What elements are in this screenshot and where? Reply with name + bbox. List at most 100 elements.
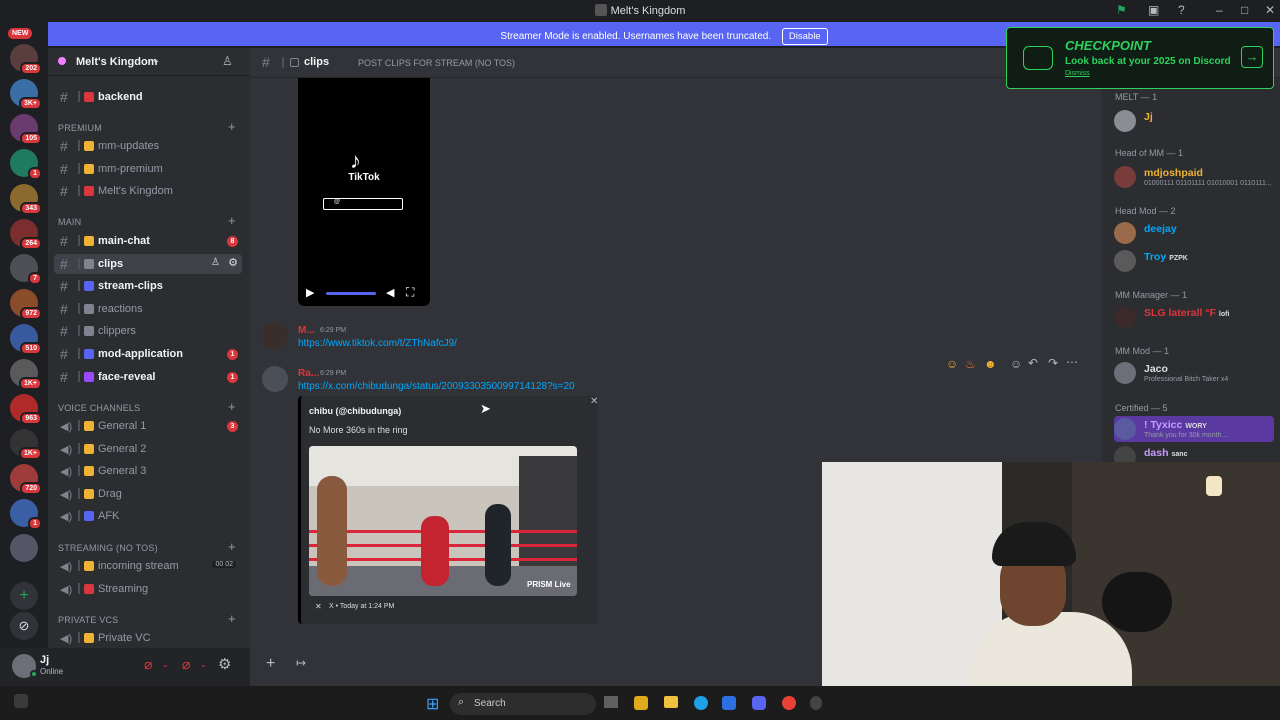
add-channel-icon[interactable]: +: [228, 539, 236, 554]
server-icon[interactable]: 1: [10, 499, 42, 530]
file-explorer-icon[interactable]: [664, 696, 678, 708]
server-icon[interactable]: 3K+: [10, 79, 42, 110]
server-icon[interactable]: 7: [10, 254, 42, 285]
channel-incoming-stream[interactable]: ◀) incoming stream 00 02: [54, 556, 242, 576]
mute-mic-icon[interactable]: ⌀: [144, 656, 152, 673]
widgets-icon[interactable]: [14, 694, 28, 708]
arrow-right-icon[interactable]: →: [1241, 46, 1263, 68]
channel-main-chat[interactable]: # main-chat 8: [54, 231, 242, 251]
category-main[interactable]: MAIN: [58, 217, 81, 227]
channel-mm-updates[interactable]: # mm-updates: [54, 136, 242, 156]
server-icon[interactable]: 972: [10, 289, 42, 320]
member-item[interactable]: mdjoshpaid 01000111 01101111 01010001 011…: [1114, 164, 1274, 190]
server-icon[interactable]: 963: [10, 394, 42, 425]
add-channel-icon[interactable]: +: [228, 399, 236, 414]
add-channel-icon[interactable]: +: [228, 611, 236, 626]
play-icon[interactable]: ▶: [306, 286, 314, 299]
maximize-icon[interactable]: □: [1241, 3, 1248, 17]
message-author[interactable]: M...: [298, 325, 315, 336]
forward-arrow-icon[interactable]: ↦: [296, 656, 306, 670]
more-options-icon[interactable]: ⋯: [1066, 355, 1078, 369]
server-icon[interactable]: 264: [10, 219, 42, 250]
checkpoint-dismiss[interactable]: Dismiss: [1065, 70, 1090, 77]
edge-icon[interactable]: [694, 696, 708, 710]
avatar[interactable]: [262, 366, 288, 392]
checkpoint-banner[interactable]: CHECKPOINT Look back at your 2025 on Dis…: [1006, 27, 1274, 89]
channel-reactions[interactable]: # reactions: [54, 299, 242, 319]
invite-people-icon[interactable]: ♙: [222, 54, 233, 68]
member-item[interactable]: ! Tyxicc WORY Thank you for 30k month...: [1114, 416, 1274, 442]
channel-streaming[interactable]: ◀) Streaming: [54, 579, 242, 599]
server-icon[interactable]: 105: [10, 114, 42, 145]
discover-icon[interactable]: ⊘: [10, 612, 38, 640]
member-item[interactable]: SLG laterall °F lofi: [1114, 304, 1274, 330]
channel-drag[interactable]: ◀) Drag: [54, 484, 242, 504]
windows-start-icon[interactable]: ⊞: [426, 694, 439, 714]
add-server-icon[interactable]: +: [10, 582, 38, 610]
server-header[interactable]: Melt's Kingdom ⌄ ♙: [48, 48, 250, 76]
category-voice[interactable]: VOICE CHANNELS: [58, 403, 140, 413]
channel-backend[interactable]: # backend: [54, 87, 242, 107]
task-view-icon[interactable]: [604, 696, 618, 708]
server-icon[interactable]: 720: [10, 464, 42, 495]
member-item[interactable]: Troy PZPK: [1114, 248, 1274, 274]
channel-afk[interactable]: ◀) AFK: [54, 506, 242, 526]
close-icon[interactable]: ✕: [590, 396, 598, 407]
category-premium[interactable]: PREMIUM: [58, 123, 102, 133]
server-icon[interactable]: 1K+: [10, 359, 42, 390]
server-icon[interactable]: 202: [10, 44, 42, 75]
flag-icon[interactable]: ⚑: [1116, 3, 1127, 17]
member-item[interactable]: Jaco Professional Bitch Taker x4: [1114, 360, 1274, 386]
channel-general-2[interactable]: ◀) General 2: [54, 439, 242, 459]
minimize-icon[interactable]: –: [1216, 3, 1223, 17]
embed-video-thumbnail[interactable]: PRISM Live: [309, 446, 577, 596]
add-channel-icon[interactable]: +: [228, 119, 236, 134]
store-icon[interactable]: [722, 696, 736, 710]
chrome-icon[interactable]: [782, 696, 796, 710]
channel-face-reveal[interactable]: # face-reveal 1: [54, 367, 242, 387]
server-icon[interactable]: [10, 534, 38, 562]
channel-private-vc[interactable]: ◀) Private VC: [54, 628, 242, 648]
server-icon[interactable]: 1: [10, 149, 42, 180]
upload-plus-icon[interactable]: +: [266, 655, 275, 673]
reaction-fire-icon[interactable]: ♨: [965, 357, 976, 371]
channel-clips[interactable]: # clips ♙ ⚙: [54, 253, 242, 274]
message-link[interactable]: https://www.tiktok.com/t/ZThNafcJ9/: [298, 338, 457, 349]
add-reaction-icon[interactable]: ☺: [1010, 357, 1022, 371]
fullscreen-icon[interactable]: ⛶: [406, 285, 414, 300]
message-author[interactable]: Ra...: [298, 368, 319, 379]
channel-general-3[interactable]: ◀) General 3: [54, 461, 242, 481]
channel-stream-clips[interactable]: # stream-clips: [54, 276, 242, 296]
deafen-icon[interactable]: ⌀: [182, 656, 190, 673]
channel-mm-premium[interactable]: # mm-premium: [54, 159, 242, 179]
channel-general-1[interactable]: ◀) General 1 3: [54, 416, 242, 436]
disable-streamer-mode-button[interactable]: Disable: [781, 28, 828, 45]
avatar[interactable]: [262, 323, 288, 349]
invite-icon[interactable]: ♙: [211, 257, 220, 268]
category-private[interactable]: PRIVATE VCS: [58, 615, 118, 625]
category-streaming[interactable]: STREAMING (NO TOS): [58, 543, 158, 553]
reaction-laugh-icon[interactable]: ☻: [984, 357, 997, 371]
taskbar-search[interactable]: ⌕ Search: [450, 693, 596, 715]
tiktok-video-embed[interactable]: ♪ TikTok @ ▶ ◀ ⛶: [298, 78, 430, 306]
chevron-down-icon[interactable]: ⌄: [200, 660, 207, 669]
server-icon[interactable]: 343: [10, 184, 42, 215]
reply-icon[interactable]: ↶: [1028, 356, 1038, 370]
channel-mod-application[interactable]: # mod-application 1: [54, 344, 242, 364]
discord-icon[interactable]: [752, 696, 766, 710]
video-progress-bar[interactable]: [326, 292, 376, 295]
copilot-icon[interactable]: [634, 696, 648, 710]
add-channel-icon[interactable]: +: [228, 213, 236, 228]
reaction-emoji-icon[interactable]: ☺: [946, 357, 958, 371]
server-icon[interactable]: 510: [10, 324, 42, 355]
close-icon[interactable]: ✕: [1265, 3, 1275, 17]
inbox-icon[interactable]: ▣: [1148, 3, 1159, 17]
volume-icon[interactable]: ◀: [386, 286, 394, 299]
help-icon[interactable]: ?: [1178, 3, 1185, 17]
forward-icon[interactable]: ↷: [1048, 356, 1058, 370]
channel-melt-s-kingdom[interactable]: # Melt's Kingdom: [54, 181, 242, 201]
server-icon[interactable]: 1K+: [10, 429, 42, 460]
gear-icon[interactable]: ⚙: [228, 256, 238, 269]
message-link[interactable]: https://x.com/chibudunga/status/20093303…: [298, 381, 575, 392]
gear-icon[interactable]: ⚙: [218, 655, 231, 673]
